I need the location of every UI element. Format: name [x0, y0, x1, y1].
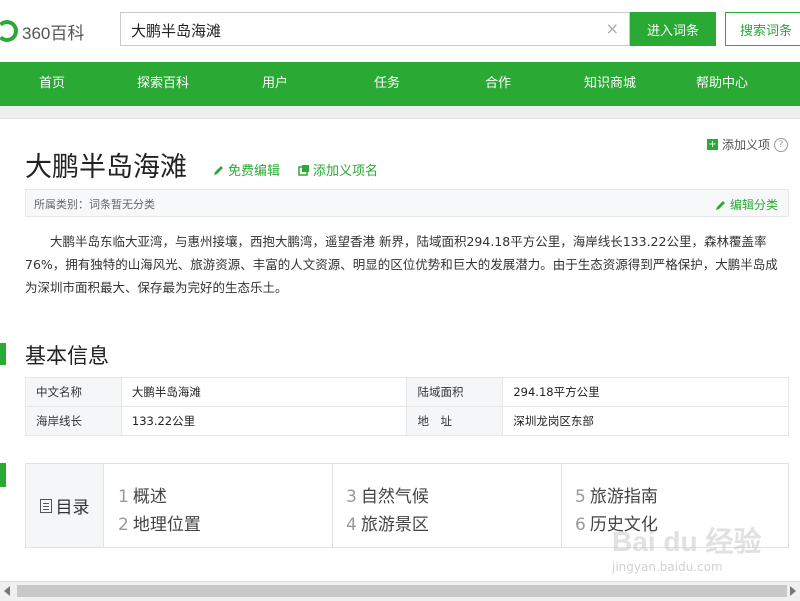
- site-logo[interactable]: 360百科: [0, 18, 84, 44]
- add-definition-label: 添加义项: [721, 138, 770, 152]
- pen-icon: [214, 165, 223, 175]
- nav-item-users[interactable]: 用户: [262, 62, 288, 106]
- logo-ring-icon: [0, 20, 18, 42]
- free-edit-label: 免费编辑: [228, 164, 281, 179]
- enter-entry-button[interactable]: 进入词条: [630, 12, 716, 46]
- page-title: 大鹏半岛海滩: [25, 152, 187, 183]
- nav-item-home[interactable]: 首页: [39, 62, 65, 106]
- watermark-url: jingyan.baidu.com: [612, 560, 723, 574]
- toc-item[interactable]: 3 自然气候: [346, 482, 429, 507]
- info-key: 地 址: [406, 406, 504, 436]
- toc-item[interactable]: 4 旅游景区: [346, 510, 429, 535]
- sub-bar: [0, 106, 800, 119]
- free-edit-link[interactable]: 免费编辑: [213, 160, 280, 179]
- basic-info-heading: 基本信息: [25, 344, 109, 368]
- scrollbar-thumb[interactable]: [17, 585, 787, 597]
- nav-item-help-center[interactable]: 帮助中心: [696, 62, 748, 106]
- info-key: 陆域面积: [406, 377, 504, 407]
- scroll-left-icon[interactable]: [4, 586, 10, 596]
- info-value: 大鹏半岛海滩: [120, 377, 408, 407]
- list-icon: [39, 498, 52, 513]
- category-label: 所属类别：词条暂无分类: [34, 198, 155, 211]
- pen-icon: [715, 200, 725, 210]
- help-icon[interactable]: ?: [774, 137, 788, 152]
- nav-item-explore[interactable]: 探索百科: [137, 62, 189, 106]
- basic-info-table: 中文名称 大鹏半岛海滩 陆域面积 294.18平方公里 海岸线长 133.22公…: [25, 377, 789, 436]
- main-nav: 首页 探索百科 用户 任务 合作 知识商城 帮助中心: [0, 62, 800, 106]
- search-box: ×: [120, 12, 630, 47]
- catalog-heading: 目录: [26, 464, 104, 547]
- search-input[interactable]: [129, 13, 593, 47]
- toc-item[interactable]: 1 概述: [118, 482, 167, 507]
- catalog-column: 3 自然气候 4 旅游景区: [332, 464, 562, 547]
- summary-paragraph: 大鹏半岛东临大亚湾，与惠州接壤，西抱大鹏湾，遥望香港 新界，陆域面积294.18…: [25, 234, 778, 295]
- catalog-heading-label: 目录: [55, 498, 90, 518]
- section-marker: [0, 463, 6, 487]
- catalog-column: 1 概述 2 地理位置: [104, 464, 333, 547]
- info-value: 深圳龙岗区东部: [502, 406, 789, 436]
- edit-category-link[interactable]: 编辑分类: [715, 196, 778, 213]
- nav-item-knowledge-mall[interactable]: 知识商城: [584, 62, 636, 106]
- watermark-logo: Bai du 经验: [612, 526, 762, 557]
- info-value: 133.22公里: [120, 406, 408, 436]
- info-value: 294.18平方公里: [502, 377, 789, 407]
- logo-text: 360百科: [22, 23, 85, 43]
- plus-box-icon: +: [706, 139, 718, 150]
- toc-item[interactable]: 5 旅游指南: [575, 482, 658, 507]
- add-meaning-link[interactable]: 添加义项名: [298, 160, 378, 179]
- nav-item-tasks[interactable]: 任务: [374, 62, 400, 106]
- nav-item-cooperation[interactable]: 合作: [485, 62, 511, 106]
- table-row: 中文名称 大鹏半岛海滩 陆域面积 294.18平方公里: [25, 377, 789, 407]
- search-entry-button[interactable]: 搜索词条: [725, 12, 800, 46]
- info-key: 海岸线长: [25, 406, 122, 436]
- toc-item[interactable]: 2 地理位置: [118, 510, 201, 535]
- table-row: 海岸线长 133.22公里 地 址 深圳龙岗区东部: [25, 406, 789, 436]
- add-meaning-icon: [298, 164, 309, 176]
- section-marker: [0, 343, 6, 365]
- info-key: 中文名称: [25, 377, 122, 407]
- add-meaning-label: 添加义项名: [313, 164, 379, 179]
- horizontal-scrollbar[interactable]: [0, 581, 800, 601]
- add-definition-link[interactable]: + 添加义项 ?: [706, 136, 788, 153]
- header: 360百科 × 进入词条 搜索词条: [0, 0, 800, 62]
- category-bar: 所属类别：词条暂无分类 编辑分类: [25, 189, 789, 217]
- edit-category-label: 编辑分类: [729, 198, 778, 212]
- clear-icon[interactable]: ×: [606, 19, 619, 38]
- scroll-right-icon[interactable]: [790, 586, 796, 596]
